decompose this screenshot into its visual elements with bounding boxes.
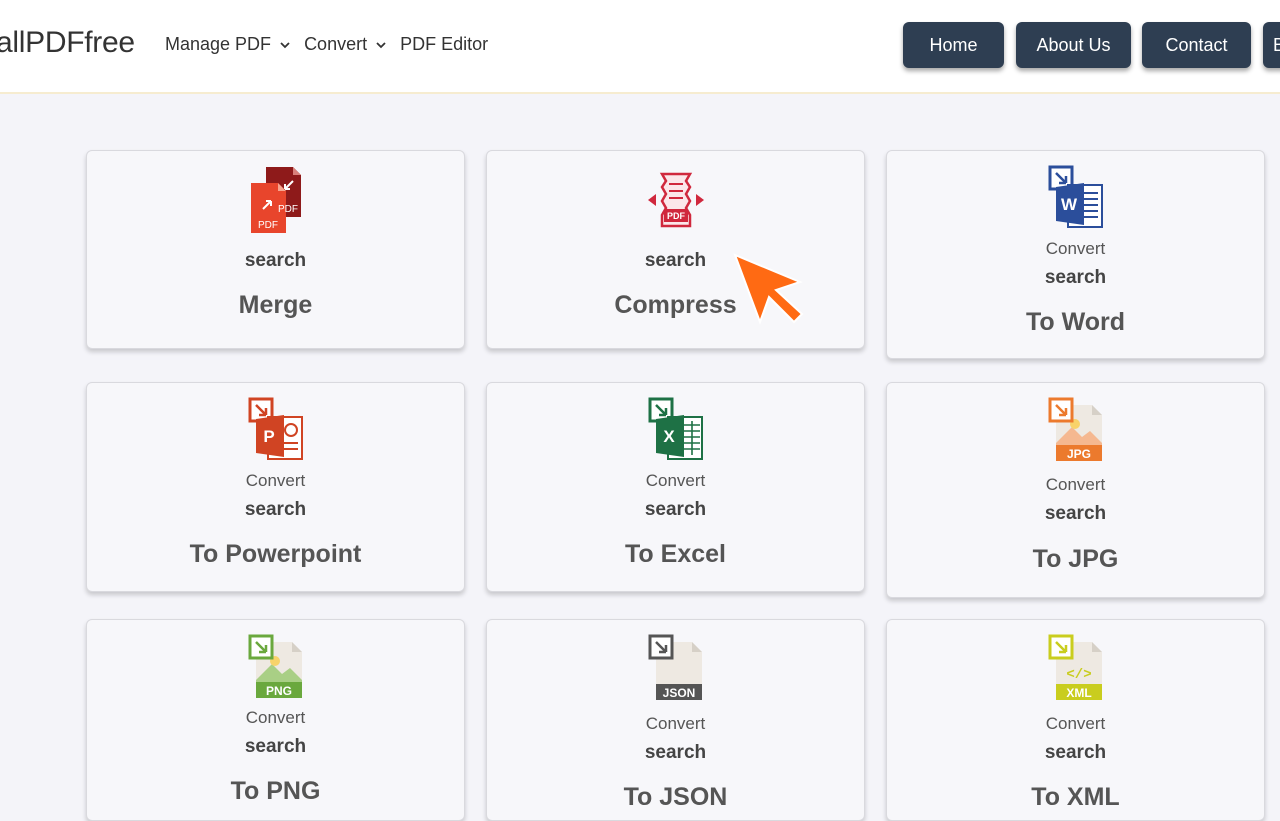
card-search-label: search (644, 499, 707, 520)
card-title: To JSON (623, 783, 728, 811)
code-label: </> (1066, 667, 1091, 683)
card-search-label: search (244, 250, 307, 271)
home-button[interactable]: Home (903, 22, 1004, 68)
chevron-down-icon (280, 41, 290, 48)
png-label: PNG (265, 684, 291, 698)
card-search-label: search (244, 499, 307, 520)
excel-label: X (663, 427, 675, 446)
to-xml-card[interactable]: </> XML Convert search To XML (886, 619, 1265, 821)
nav-manage-pdf[interactable]: Manage PDF (165, 34, 290, 55)
pdf-label: PDF (667, 211, 686, 221)
pdf-label: PDF (278, 204, 298, 215)
card-convert-label: Convert (1045, 714, 1106, 733)
to-word-card[interactable]: W Convert search To Word (886, 150, 1265, 359)
compress-card[interactable]: PDF search Compress (486, 150, 865, 349)
card-search-label: search (644, 742, 707, 763)
png-icon: PNG (248, 634, 302, 698)
nav-manage-pdf-label: Manage PDF (165, 34, 272, 54)
chevron-down-icon (376, 41, 386, 48)
card-title: To Word (1025, 308, 1126, 336)
to-powerpoint-card[interactable]: P Convert search To Powerpoint (86, 382, 465, 592)
card-search-label: search (644, 250, 707, 271)
card-convert-label: Convert (1045, 475, 1106, 494)
jpg-label: JPG (1066, 447, 1090, 461)
excel-icon: X (648, 397, 703, 460)
nav-pdf-editor-label: PDF Editor (400, 34, 489, 54)
card-title: To XML (1031, 783, 1120, 811)
card-convert-label: Convert (245, 708, 306, 727)
to-jpg-card[interactable]: JPG Convert search To JPG (886, 382, 1265, 598)
main-nav: Manage PDF Convert PDF Editor (165, 34, 502, 55)
to-png-card[interactable]: PNG Convert search To PNG (86, 619, 465, 821)
card-search-label: search (244, 736, 307, 757)
card-title: To Excel (625, 540, 726, 568)
nav-convert-label: Convert (304, 34, 368, 54)
nav-convert[interactable]: Convert (304, 34, 386, 55)
card-title: Compress (614, 291, 737, 319)
xml-icon: </> XML (1048, 634, 1102, 700)
word-label: W (1060, 195, 1077, 214)
card-title: To Powerpoint (189, 540, 362, 568)
about-us-button[interactable]: About Us (1016, 22, 1131, 68)
word-icon: W (1048, 165, 1103, 228)
powerpoint-label: P (263, 427, 274, 446)
to-excel-card[interactable]: X Convert search To Excel (486, 382, 865, 592)
card-title: Merge (238, 291, 313, 319)
json-label: JSON (662, 686, 695, 700)
card-search-label: search (1044, 503, 1107, 524)
to-json-card[interactable]: JSON Convert search To JSON (486, 619, 865, 821)
card-title: To JPG (1032, 545, 1119, 573)
merge-pdf-icon: PDF PDF (250, 167, 301, 233)
site-header: allPDFfree Manage PDF Convert PDF Editor… (0, 0, 1280, 94)
card-convert-label: Convert (645, 714, 706, 733)
card-title: To PNG (230, 777, 321, 805)
card-convert-label: Convert (245, 471, 306, 490)
card-search-label: search (1044, 267, 1107, 288)
json-icon: JSON (648, 634, 702, 700)
partial-nav-button[interactable]: B (1263, 22, 1280, 68)
xml-label: XML (1066, 686, 1091, 700)
merge-card[interactable]: PDF PDF search Merge (86, 150, 465, 349)
compress-pdf-icon: PDF (647, 172, 704, 228)
pdf-label: PDF (258, 220, 278, 231)
site-logo[interactable]: allPDFfree (0, 26, 135, 60)
nav-pdf-editor[interactable]: PDF Editor (400, 34, 488, 55)
powerpoint-icon: P (248, 397, 303, 460)
card-convert-label: Convert (645, 471, 706, 490)
mouse-pointer-icon (733, 253, 804, 325)
jpg-icon: JPG (1048, 397, 1102, 461)
card-search-label: search (1044, 742, 1107, 763)
contact-button[interactable]: Contact (1142, 22, 1251, 68)
card-convert-label: Convert (1045, 239, 1106, 258)
